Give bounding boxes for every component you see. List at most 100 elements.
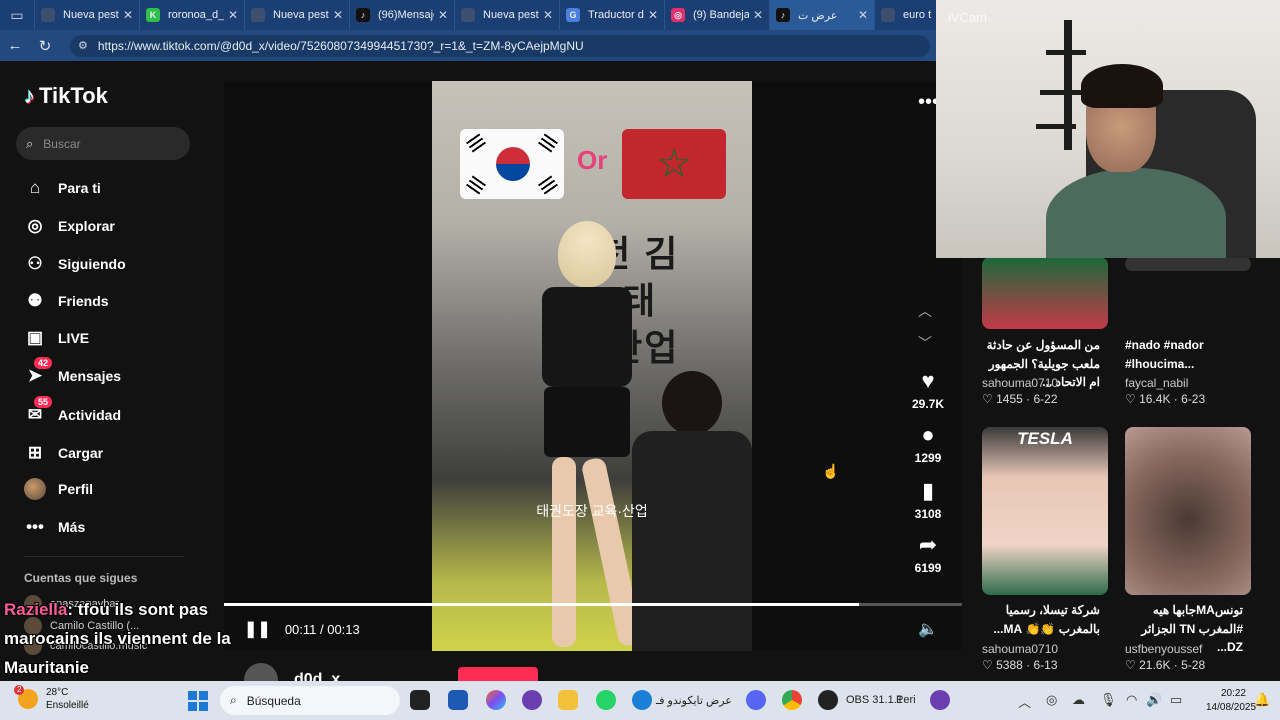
tab-close-icon[interactable]: ✕ xyxy=(438,8,448,22)
tab-close-icon[interactable]: ✕ xyxy=(753,8,763,22)
active-window-label[interactable]: عرض تايكوندو فـ xyxy=(656,694,732,707)
sidebar-item-mensajes[interactable]: ➤ 42 Mensajes xyxy=(24,357,122,391)
browser-tab[interactable]: G Traductor de ✕ xyxy=(559,0,664,30)
sidebar-item-explorar[interactable]: ◎ Explorar xyxy=(24,211,115,241)
comment-button[interactable]: ● 1299 xyxy=(900,423,956,466)
bookmark-icon: ▮ xyxy=(921,478,935,503)
copilot-icon[interactable] xyxy=(486,690,506,710)
reload-icon[interactable]: ↻ xyxy=(30,37,60,55)
store-icon[interactable] xyxy=(448,690,468,710)
file-explorer-icon[interactable] xyxy=(558,690,578,710)
save-button[interactable]: ▮ 3108 xyxy=(900,478,956,522)
rec-thumbnail[interactable]: TESLA xyxy=(982,427,1108,595)
share-button[interactable]: ➦ 6199 xyxy=(900,533,956,576)
obs-suffix-label[interactable]: Peri xyxy=(896,694,916,706)
tab-title: (9) Bandeja xyxy=(693,9,749,21)
rec-caption[interactable]: شركة تيسلا، رسميا بالمغرب 👏👏 MA... xyxy=(982,601,1100,638)
rec-username[interactable]: sahouma0710 xyxy=(982,376,1058,390)
tiktok-note-icon: ♪ xyxy=(24,83,35,108)
tab-close-icon[interactable]: ✕ xyxy=(543,8,553,22)
sidebar-item-label: Cargar xyxy=(58,445,104,461)
tab-close-icon[interactable]: ✕ xyxy=(228,8,238,22)
browser-tab[interactable]: ♪ عرض ت ✕ xyxy=(769,0,874,30)
notification-bell-icon[interactable]: 🔔 xyxy=(1254,692,1270,708)
system-clock[interactable]: 20:22 14/08/2025 xyxy=(1206,687,1256,715)
taskbar-search[interactable]: ⌕ Búsqueda xyxy=(220,686,400,715)
back-icon[interactable]: ← xyxy=(0,37,30,54)
video-or-text: Or xyxy=(577,145,608,175)
volume-icon[interactable]: 🔈 xyxy=(918,619,938,639)
browser-tab[interactable]: Nueva pesta ✕ xyxy=(34,0,139,30)
sidebar-item-label: Mensajes xyxy=(58,368,122,384)
url-field[interactable]: ⚙ https://www.tiktok.com/@d0d_x/video/75… xyxy=(70,34,930,57)
tray-app-icon[interactable]: ◎ xyxy=(1046,692,1057,708)
video-progress-bar[interactable] xyxy=(224,603,962,606)
comment-count: 1299 xyxy=(914,451,942,465)
sidebar-item-m-s[interactable]: ••• Más xyxy=(24,512,85,542)
search-input[interactable]: ⌕ Buscar xyxy=(16,127,190,160)
browser-tab[interactable]: Nueva pesta ✕ xyxy=(244,0,349,30)
rec-date: 5-28 xyxy=(1181,658,1206,672)
tray-chevron-icon[interactable]: ︿ xyxy=(1018,692,1031,711)
sidebar-item-actividad[interactable]: ✉ 55 Actividad xyxy=(24,396,121,430)
rec-thumbnail[interactable] xyxy=(1125,257,1251,271)
sidebar-item-siguiendo[interactable]: ⚇ Siguiendo xyxy=(24,249,125,279)
search-placeholder: Buscar xyxy=(43,136,81,151)
tray-cloud-icon[interactable]: ☁ xyxy=(1072,692,1085,708)
sidebar-item-perfil[interactable]: Perfil xyxy=(24,474,93,504)
like-button[interactable]: ♥ 29.7K xyxy=(900,369,956,412)
discord-icon[interactable] xyxy=(746,690,766,710)
previous-video-icon[interactable]: ︿ xyxy=(918,301,932,321)
whatsapp-icon[interactable] xyxy=(596,690,616,710)
browser-tab[interactable]: ◎ (9) Bandeja ✕ xyxy=(664,0,769,30)
tiktok-logo[interactable]: ♪ TikTok xyxy=(24,83,108,109)
tab-title: Nueva pesta xyxy=(273,9,329,21)
webcam-watermark: iVCam xyxy=(948,10,988,25)
sidebar-icon: ⚇ xyxy=(27,254,43,273)
tab-favicon-icon xyxy=(881,8,895,22)
tab-title: (96)Mensaje xyxy=(378,9,434,21)
windows-start-icon[interactable] xyxy=(188,691,208,711)
rec-thumbnail[interactable] xyxy=(1125,427,1251,595)
rec-username[interactable]: sahouma0710 xyxy=(982,642,1058,656)
tab-close-icon[interactable]: ✕ xyxy=(333,8,343,22)
obs-label[interactable]: OBS 31.1.1 xyxy=(846,694,903,706)
tab-close-icon[interactable]: ✕ xyxy=(858,8,868,22)
browser-tab[interactable]: Nueva pesta ✕ xyxy=(454,0,559,30)
browser-tab[interactable]: ♪ (96)Mensaje ✕ xyxy=(349,0,454,30)
wall-shelf xyxy=(1064,20,1072,150)
speaker-icon[interactable]: 🔊 xyxy=(1146,692,1162,708)
thumb-text: TESLA xyxy=(1017,429,1073,448)
tab-close-icon[interactable]: ✕ xyxy=(123,8,133,22)
weather-desc: Ensoleillé xyxy=(46,700,89,711)
browser-tab[interactable]: Kroronoa_d_s ✕ xyxy=(139,0,244,30)
tab-actions-icon[interactable]: ▭ xyxy=(0,0,34,30)
rec-thumbnail[interactable] xyxy=(982,257,1108,329)
video-player[interactable]: 춘천 김TA 태교 산업 Or ☆ 태권도장 교육·산업 xyxy=(432,81,752,651)
weather-widget[interactable]: 2 28°C Ensoleillé xyxy=(14,685,89,712)
wifi-icon[interactable]: ◠ xyxy=(1126,692,1137,708)
rec-caption[interactable]: #nado #nador #lhoucima... xyxy=(1125,336,1255,373)
sidebar-item-friends[interactable]: ⚉ Friends xyxy=(24,286,108,316)
app-icon[interactable] xyxy=(522,690,542,710)
webcam-overlay: iVCam xyxy=(936,0,1280,258)
sidebar-item-live[interactable]: ▣ LIVE xyxy=(24,323,89,353)
app-icon[interactable] xyxy=(930,690,950,710)
sidebar-item-para-ti[interactable]: ⌂ Para ti xyxy=(24,173,101,203)
rec-username[interactable]: faycal_nabil xyxy=(1125,376,1188,390)
sidebar-item-cargar[interactable]: ⊞ Cargar xyxy=(24,438,103,468)
obs-icon[interactable] xyxy=(818,690,838,710)
edge-icon[interactable] xyxy=(632,690,652,710)
site-info-icon[interactable]: ⚙ xyxy=(78,39,88,52)
battery-icon[interactable]: ▭ xyxy=(1170,692,1182,708)
tab-favicon-icon: ♪ xyxy=(356,8,370,22)
task-view-icon[interactable] xyxy=(410,690,430,710)
rec-username[interactable]: usfbenyoussef xyxy=(1125,642,1202,656)
rec-meta: ♡ 1455 · 6-22 xyxy=(982,392,1058,406)
microphone-icon[interactable]: 🎙 xyxy=(1100,692,1117,708)
next-video-icon[interactable]: ﹀ xyxy=(918,333,932,353)
sidebar-icon: ✉ 55 xyxy=(24,396,53,426)
video-lower-banner: 태권도장 교육·산업 xyxy=(536,503,648,519)
tab-close-icon[interactable]: ✕ xyxy=(648,8,658,22)
chrome-icon[interactable] xyxy=(782,690,802,710)
